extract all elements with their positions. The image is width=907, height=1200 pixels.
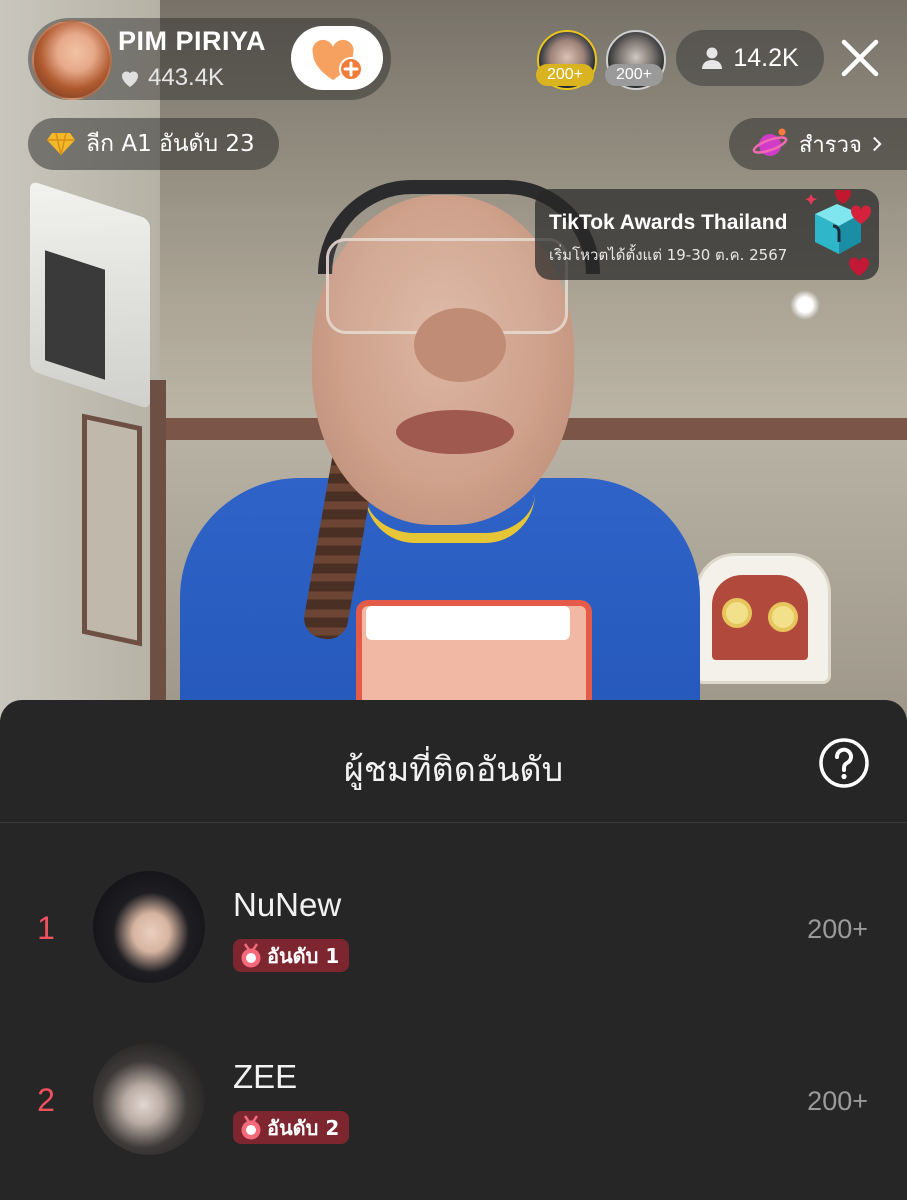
close-icon[interactable] [838,36,882,80]
lips [396,410,514,454]
diamond-icon [47,132,75,156]
rank-badge-label: อันดับ 1 [267,943,340,968]
wall-trim [150,380,166,720]
follow-button[interactable] [291,26,383,90]
league-label: ลีก A1 อันดับ 23 [86,131,255,157]
viewer-avatar[interactable] [93,871,205,983]
chevron-right-icon [872,136,882,152]
medal-icon [241,1114,261,1139]
medal-icon [241,942,261,967]
rank-number: 1 [37,910,55,946]
sheet-divider [0,822,907,823]
viewer-score: 200+ [807,1086,868,1116]
awards-trophy-icon [805,190,872,276]
viewer-score: 200+ [807,914,868,944]
planet-icon [752,128,788,156]
rank-badge-label: อันดับ 2 [267,1115,340,1140]
host-likes: 443.4K [118,64,224,92]
sheet-title: ผู้ชมที่ติดอันดับ [343,750,564,790]
top-gifter-badge-1: 200+ [536,64,594,86]
nose [414,308,506,382]
question-circle-icon[interactable] [818,737,870,789]
likes-count: 443.4K [148,64,225,91]
top-gifter-badge-2: 200+ [605,64,663,86]
shirt-print-band [366,606,570,640]
viewer-count: 14.2K [733,43,799,72]
rank-number: 2 [37,1082,55,1118]
ceiling-lamp [790,290,820,320]
viewer-count-button[interactable]: 14.2K [676,30,824,86]
heart-plus-icon [312,39,363,81]
window [82,413,142,647]
explore-label: สำรวจ [799,132,862,158]
explore-button[interactable]: สำรวจ [729,118,907,170]
person-icon [702,47,723,69]
viewer-avatar[interactable] [93,1043,205,1155]
viewer-name[interactable]: ZEE [233,1058,297,1096]
league-rank-pill[interactable]: ลีก A1 อันดับ 23 [28,118,279,170]
awards-subtitle: เริ่มโหวตได้ตั้งแต่ 19-30 ต.ค. 2567 [549,246,788,264]
host-name[interactable]: PIM PIRIYA [118,26,266,57]
rank-badge: อันดับ 2 [233,1111,350,1144]
live-video [0,0,907,720]
rank-badge: อันดับ 1 [233,939,350,972]
flower-decoration [722,598,752,628]
flower-decoration [768,602,798,632]
heart-icon [122,71,138,87]
viewer-name[interactable]: NuNew [233,886,341,924]
air-conditioner-vent [45,250,105,380]
awards-title: TikTok Awards Thailand [549,211,788,234]
host-avatar[interactable] [32,20,112,100]
